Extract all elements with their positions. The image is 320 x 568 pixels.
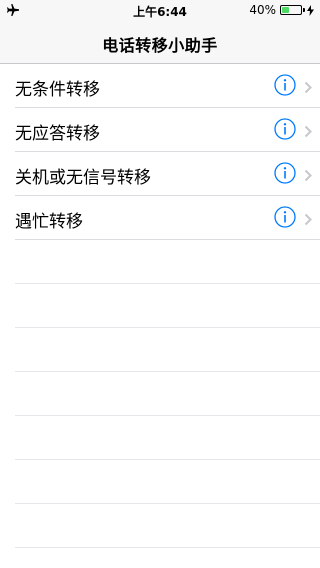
empty-row [15,504,320,548]
list-item-no-answer[interactable]: 无应答转移 [15,108,320,152]
chevron-right-icon [304,167,312,182]
battery-icon [280,5,302,15]
info-icon[interactable] [274,74,296,96]
empty-row [15,372,320,416]
info-icon[interactable] [274,118,296,140]
list-item-busy[interactable]: 遇忙转移 [15,196,320,240]
screen: 上午6:44 40% 电话转移小助手 无条件转移 无应答转移 关机或无信号转移 … [0,0,320,568]
navigation-bar: 电话转移小助手 [0,20,320,64]
battery-area: 40% [249,3,314,17]
battery-percent: 40% [249,3,276,17]
list-item-label: 遇忙转移 [15,212,83,232]
empty-row [15,416,320,460]
list-item-unconditional[interactable]: 无条件转移 [15,64,320,108]
forwarding-options-list: 无条件转移 无应答转移 关机或无信号转移 遇忙转移 [0,64,320,548]
bolt-icon [307,4,314,16]
list-item-unreachable[interactable]: 关机或无信号转移 [15,152,320,196]
chevron-right-icon [304,123,312,138]
list-item-label: 无应答转移 [15,124,100,144]
battery-level-fill [282,7,290,13]
status-bar: 上午6:44 40% [0,0,320,20]
empty-row [15,328,320,372]
info-icon[interactable] [274,206,296,228]
battery-nub [303,8,305,12]
info-icon[interactable] [274,162,296,184]
empty-row [15,284,320,328]
chevron-right-icon [304,211,312,226]
empty-row [15,460,320,504]
list-item-label: 关机或无信号转移 [15,168,151,188]
chevron-right-icon [304,79,312,94]
empty-row [15,240,320,284]
page-title: 电话转移小助手 [102,36,218,55]
list-item-label: 无条件转移 [15,80,100,100]
